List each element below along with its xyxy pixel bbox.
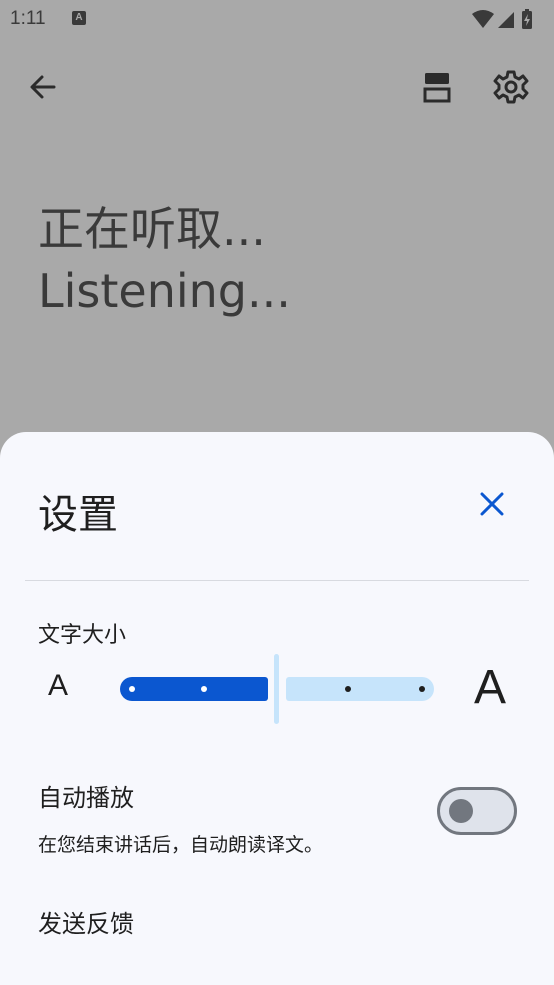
status-icons: [464, 8, 544, 30]
small-text-glyph: A: [48, 669, 69, 702]
wifi-icon: [472, 10, 494, 28]
slider-inactive-track: [286, 677, 434, 701]
listening-status: 正在听取... Listening...: [38, 198, 291, 322]
status-bar: 1:11 A: [0, 0, 554, 38]
listening-text-chinese: 正在听取...: [38, 202, 266, 256]
top-app-bar: [0, 58, 554, 116]
split-layout-icon: [423, 73, 451, 103]
slider-tick: [129, 686, 135, 692]
slider-tick: [201, 686, 207, 692]
listening-text-english: Listening...: [38, 264, 291, 318]
slider-tick: [419, 686, 425, 692]
slider-thumb[interactable]: [274, 654, 279, 724]
slider-tick: [345, 686, 351, 692]
settings-bottom-sheet: 设置 文字大小 A A 自动播放 在您结束讲话后，自动朗读译文。 发送反馈: [0, 432, 554, 985]
autoplay-title: 自动播放: [38, 784, 134, 812]
slider-active-track: [120, 677, 268, 701]
settings-button[interactable]: [492, 68, 530, 106]
font-size-label: 文字大小: [38, 623, 127, 648]
signal-icon: [498, 12, 514, 28]
status-time: 1:11: [10, 8, 46, 29]
send-feedback-item[interactable]: 发送反馈: [38, 904, 134, 939]
back-button[interactable]: [24, 68, 62, 106]
divider: [25, 580, 529, 581]
gear-icon: [493, 70, 529, 104]
font-size-slider[interactable]: [118, 654, 436, 724]
large-text-glyph: A: [474, 661, 507, 714]
close-button[interactable]: [474, 486, 510, 522]
sheet-title: 设置: [38, 492, 118, 538]
app-notification-icon: A: [72, 11, 86, 25]
autoplay-toggle[interactable]: [437, 787, 517, 835]
split-layout-button[interactable]: [418, 68, 456, 106]
battery-charging-icon: [522, 9, 532, 29]
autoplay-description: 在您结束讲话后，自动朗读译文。: [38, 834, 324, 856]
close-icon: [480, 492, 504, 516]
back-arrow-icon: [30, 75, 56, 99]
toggle-knob: [449, 799, 473, 823]
